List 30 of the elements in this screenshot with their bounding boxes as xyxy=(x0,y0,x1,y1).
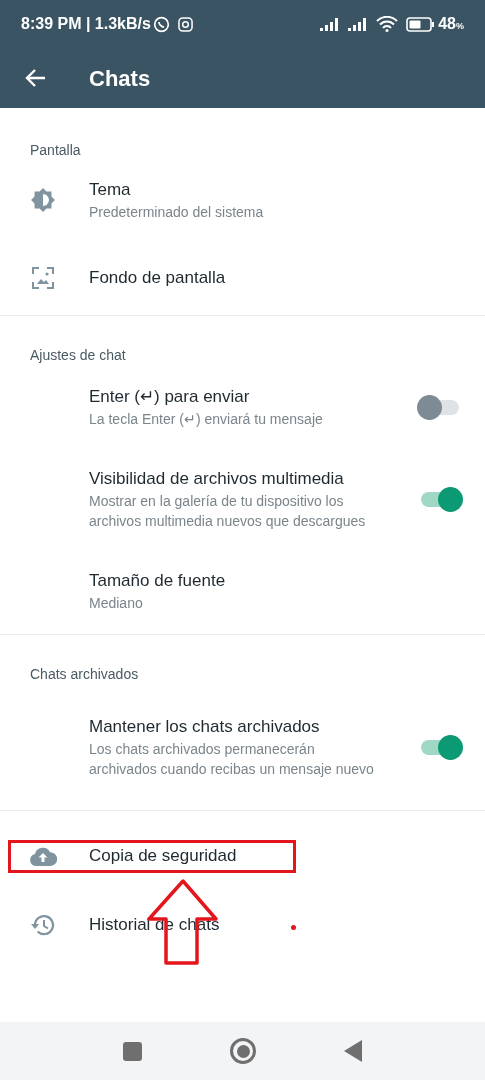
status-time: 8:39 PM | 1.3kB/s xyxy=(21,14,151,34)
item-subtitle: Mediano xyxy=(89,594,144,613)
item-subtitle: Predeterminado del sistema xyxy=(89,202,265,222)
recents-button[interactable] xyxy=(123,1041,142,1061)
wallpaper-icon xyxy=(30,265,55,290)
home-button[interactable] xyxy=(230,1038,256,1064)
wifi-icon xyxy=(376,16,399,32)
camera-app-icon xyxy=(177,16,193,32)
item-subtitle: La tecla Enter (↵) enviará tu mensaje xyxy=(89,409,324,429)
item-title[interactable]: Tamaño de fuente xyxy=(89,570,226,592)
chat-app-icon xyxy=(152,15,170,33)
brightness-icon xyxy=(29,187,56,213)
item-title[interactable]: Enter (↵) para enviar xyxy=(89,385,250,408)
item-title[interactable]: Mantener los chats archivados xyxy=(89,715,320,738)
screen-title: Chats xyxy=(89,64,151,93)
section-header: Pantalla xyxy=(29,140,82,160)
item-subtitle: Mostrar en la galería de tu dispositivo los archivos multimedia nuevos que descargues xyxy=(89,491,367,531)
item-title[interactable]: Fondo de pantalla xyxy=(89,266,226,289)
battery-level: 48% xyxy=(438,14,464,34)
section-header: Chats archivados xyxy=(29,664,140,684)
item-subtitle: Los chats archivados permanecerán archivados cuando recibas un mensaje nuevo xyxy=(89,739,375,779)
cloud-upload-icon xyxy=(28,846,57,866)
battery-icon xyxy=(406,16,436,32)
section-header: Ajustes de chat xyxy=(29,345,127,365)
item-title[interactable]: Copia de seguridad xyxy=(89,845,237,867)
item-title[interactable]: Visibilidad de archivos multimedia xyxy=(89,467,344,490)
back-button[interactable] xyxy=(344,1040,362,1062)
item-title[interactable]: Tema xyxy=(89,178,131,201)
history-icon xyxy=(29,913,56,937)
back-arrow-icon[interactable] xyxy=(24,68,46,88)
